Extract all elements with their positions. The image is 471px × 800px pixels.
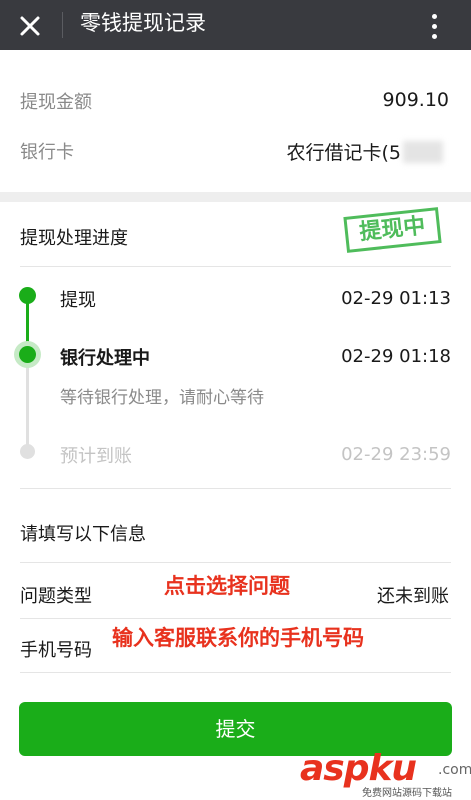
watermark-subtitle: 免费网站源码下载站 — [362, 788, 452, 799]
amount-value: 909.10 — [382, 89, 449, 111]
watermark-suffix: .com — [438, 762, 471, 778]
step-label-pending: 预计到账 — [60, 446, 132, 467]
page-title: 零钱提现记录 — [80, 11, 206, 35]
phone-number-annotation: 输入客服联系你的手机号码 — [112, 626, 364, 650]
form-title: 请填写以下信息 — [20, 524, 146, 545]
summary-section: 提现金额 909.10 银行卡 农行借记卡(5 — [0, 50, 471, 196]
step-time-pending: 02-29 23:59 — [341, 444, 451, 465]
close-icon[interactable] — [12, 8, 48, 44]
step-dot-current — [19, 346, 36, 363]
amount-label: 提现金额 — [20, 92, 92, 113]
phone-number-label: 手机号码 — [20, 640, 92, 661]
progress-title: 提现处理进度 — [20, 228, 128, 249]
status-stamp: 提现中 — [343, 207, 442, 253]
problem-type-value[interactable]: 还未到账 — [377, 582, 449, 608]
bank-card-label: 银行卡 — [20, 142, 74, 163]
masked-card-number — [403, 141, 443, 163]
divider — [20, 618, 451, 619]
step-time: 02-29 01:18 — [341, 346, 451, 367]
step-dot-pending — [20, 444, 35, 459]
problem-type-label: 问题类型 — [20, 586, 92, 607]
step-label: 提现 — [60, 290, 96, 311]
section-gap — [0, 192, 471, 202]
site-watermark: aspku .com 免费网站源码下载站 — [300, 748, 471, 800]
bank-card-text: 农行借记卡(5 — [286, 142, 401, 164]
topbar-divider — [62, 12, 63, 38]
watermark-logo: aspku — [300, 748, 417, 789]
divider — [20, 266, 451, 267]
divider — [20, 488, 451, 489]
step-note: 等待银行处理，请耐心等待 — [60, 388, 264, 408]
step-time: 02-29 01:13 — [341, 288, 451, 309]
more-vertical-icon[interactable] — [420, 8, 450, 44]
problem-type-annotation: 点击选择问题 — [164, 574, 290, 598]
bank-card-value: 农行借记卡(5 — [286, 138, 443, 165]
top-bar: 零钱提现记录 — [0, 0, 471, 50]
divider — [20, 562, 451, 563]
divider — [20, 672, 451, 673]
step-label-current: 银行处理中 — [60, 348, 150, 369]
step-dot-done — [19, 287, 36, 304]
timeline-line-pending — [26, 356, 29, 452]
